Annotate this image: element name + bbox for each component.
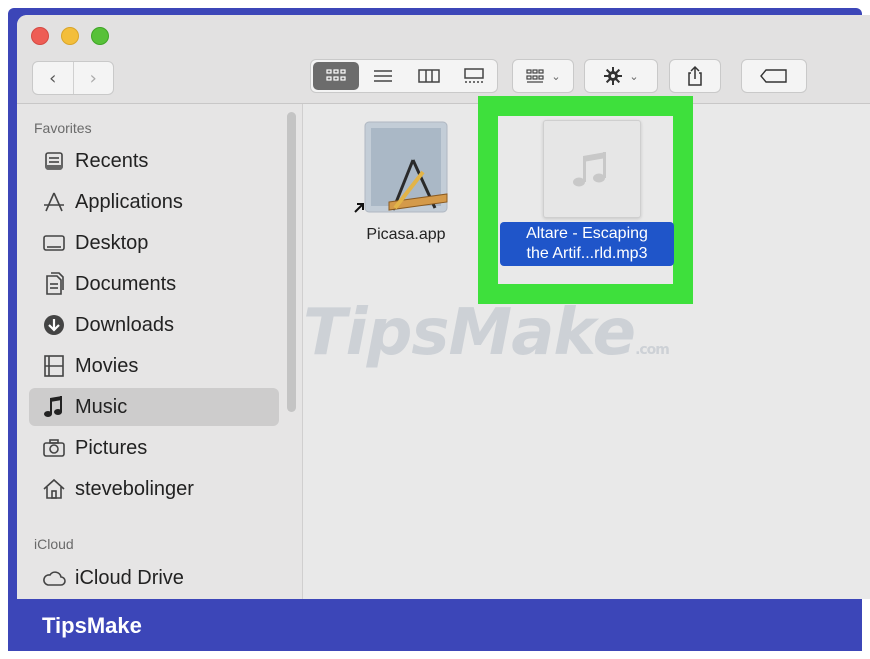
icloud-section-title: iCloud	[34, 536, 74, 552]
zoom-window-button[interactable]	[91, 27, 109, 45]
sidebar-item-label: Documents	[75, 272, 177, 295]
action-button[interactable]: ⌄	[584, 59, 658, 93]
file-name-line2: the Artif...rld.mp3	[526, 245, 648, 262]
tags-button[interactable]	[741, 59, 807, 93]
sidebar-item-label: Movies	[75, 354, 139, 377]
grid-view-icon	[326, 69, 346, 81]
sidebar-item-label: Music	[75, 395, 128, 418]
picasa-app-icon	[354, 121, 448, 213]
gallery-view-button[interactable]	[452, 60, 498, 92]
pictures-icon	[41, 435, 67, 461]
icon-view-button[interactable]	[313, 62, 359, 90]
sidebar-item-label: Pictures	[75, 436, 148, 459]
desktop-icon	[41, 230, 67, 256]
sidebar-item-label: Recents	[75, 149, 149, 172]
favorites-section-title: Favorites	[34, 120, 92, 136]
applications-icon	[41, 189, 67, 215]
sidebar-item-icloud-drive[interactable]: iCloud Drive	[29, 559, 279, 597]
gallery-view-icon	[464, 68, 484, 83]
sidebar-item-documents[interactable]: Documents	[29, 265, 279, 303]
column-view-button[interactable]	[406, 60, 452, 92]
sidebar-item-pictures[interactable]: Pictures	[29, 429, 279, 467]
watermark-text: TipsMake	[303, 296, 636, 370]
chevron-down-icon: ⌄	[629, 69, 639, 83]
share-button[interactable]	[669, 59, 721, 93]
sidebar-item-downloads[interactable]: Downloads	[29, 306, 279, 344]
documents-icon	[41, 271, 67, 297]
chevron-left-icon: ‹	[49, 67, 57, 89]
column-view-icon	[418, 69, 440, 83]
sidebar-item-label: Downloads	[75, 313, 174, 336]
minimize-window-button[interactable]	[61, 27, 79, 45]
sidebar-item-recents[interactable]: Recents	[29, 142, 279, 180]
file-item-mp3[interactable]	[543, 120, 641, 218]
finder-window: ‹ › ⌄ ⌄ Favorites Recents Applications D…	[17, 15, 870, 599]
chevron-down-icon: ⌄	[551, 69, 561, 83]
downloads-icon	[41, 312, 67, 338]
file-item-picasa[interactable]: Picasa.app	[341, 120, 471, 245]
footer-brand: TipsMake	[42, 613, 142, 638]
sidebar-item-home[interactable]: stevebolinger	[29, 470, 279, 508]
music-icon	[41, 394, 67, 420]
sidebar-item-label: stevebolinger	[75, 477, 194, 500]
chevron-right-icon: ›	[89, 67, 97, 89]
tag-icon	[760, 69, 787, 83]
file-name-line1: Altare - Escaping	[526, 225, 648, 242]
footer-banner: TipsMake	[8, 599, 862, 651]
sidebar-item-movies[interactable]: Movies	[29, 347, 279, 385]
icloud-icon	[41, 565, 67, 591]
mp3-file-icon	[573, 152, 606, 187]
nav-buttons: ‹ ›	[32, 61, 114, 95]
sidebar-item-music[interactable]: Music	[29, 388, 279, 426]
recents-icon	[41, 148, 67, 174]
share-icon	[688, 65, 702, 86]
view-mode-segmented	[310, 59, 498, 93]
sidebar-scrollbar[interactable]	[287, 112, 296, 412]
close-window-button[interactable]	[31, 27, 49, 45]
gear-icon	[604, 67, 623, 85]
watermark: TipsMake.com	[303, 296, 670, 370]
movies-icon	[41, 353, 67, 379]
sidebar: Favorites Recents Applications Desktop D…	[17, 104, 302, 599]
back-button[interactable]: ‹	[33, 62, 73, 94]
group-button[interactable]: ⌄	[512, 59, 574, 93]
toolbar: ‹ › ⌄ ⌄	[17, 15, 870, 104]
list-view-icon	[374, 70, 393, 82]
sidebar-item-applications[interactable]: Applications	[29, 183, 279, 221]
sidebar-item-desktop[interactable]: Desktop	[29, 224, 279, 262]
sidebar-item-label: iCloud Drive	[75, 566, 184, 589]
selected-file-name[interactable]: Altare - Escaping the Artif...rld.mp3	[500, 222, 674, 266]
file-browser-area: Picasa.app Altare - Escaping the Artif..…	[302, 96, 870, 599]
sidebar-item-label: Desktop	[75, 231, 149, 254]
file-name: Picasa.app	[366, 226, 446, 243]
watermark-suffix: .com	[635, 342, 670, 358]
home-icon	[41, 476, 67, 502]
group-icon	[526, 69, 544, 83]
sidebar-item-label: Applications	[75, 190, 183, 213]
list-view-button[interactable]	[361, 60, 407, 92]
forward-button[interactable]: ›	[72, 62, 114, 94]
